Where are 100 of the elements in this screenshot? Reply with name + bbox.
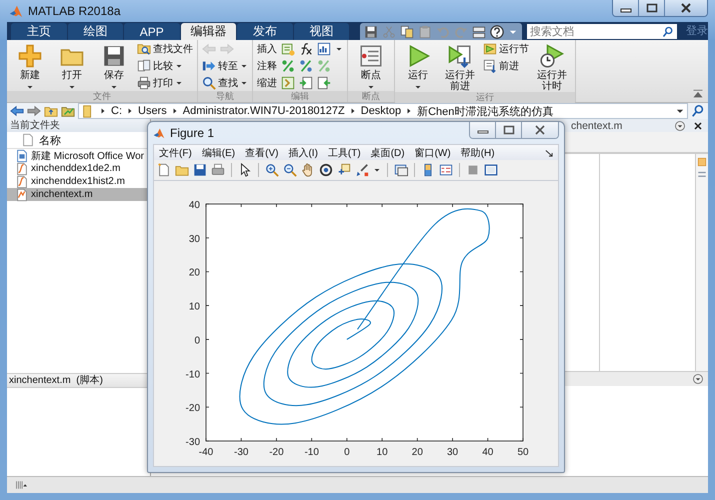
menu-item[interactable]: 编辑(E) [196, 146, 240, 160]
percent-icon[interactable] [299, 59, 313, 73]
menu-item[interactable]: 桌面(D) [366, 146, 410, 160]
ribbon-button[interactable]: 注释 [257, 59, 277, 73]
menu-circle-icon[interactable] [674, 120, 686, 132]
ribbon-tab[interactable]: 主页 [11, 23, 66, 40]
browse-folder-icon[interactable] [61, 104, 75, 118]
group-label: 文件 [93, 91, 111, 101]
ribbon-button[interactable]: 运行 [399, 42, 437, 91]
ribbon-button[interactable]: 查找 [202, 76, 248, 90]
tick-label: -10 [304, 447, 319, 458]
close-icon[interactable] [692, 120, 704, 132]
ribbon-tab[interactable]: 发布 [237, 23, 292, 40]
save-icon [102, 44, 126, 68]
indent-icon[interactable] [317, 76, 331, 90]
menu-item[interactable]: 窗口(W) [410, 146, 456, 160]
maximize-button[interactable] [496, 122, 522, 138]
ribbon-button[interactable]: 前进 [483, 59, 529, 73]
ribbon-button[interactable]: 插入 [257, 42, 277, 56]
ribbon-button[interactable]: 运行并前进 [441, 42, 479, 92]
menu-item[interactable]: 工具(T) [322, 146, 366, 160]
maximize-button[interactable] [639, 0, 665, 16]
maximize-icon [646, 3, 658, 13]
ribbon-tab[interactable]: 编辑器 [180, 23, 236, 40]
ribbon-button[interactable]: 断点 [352, 42, 390, 91]
ribbon-button[interactable]: 转至 [202, 59, 248, 73]
ribbon-tab[interactable]: 绘图 [68, 23, 123, 40]
printer-icon[interactable] [211, 163, 225, 177]
zoom-in-icon[interactable] [265, 163, 279, 177]
brush-icon[interactable] [355, 163, 369, 177]
hand-icon[interactable] [301, 163, 315, 177]
ribbon-tab[interactable]: 视图 [294, 23, 349, 40]
menu-item[interactable]: 插入(I) [283, 146, 323, 160]
menu-item[interactable]: 查看(V) [240, 146, 284, 160]
legend-icon[interactable] [439, 163, 453, 177]
ribbon-button[interactable]: 比较 [137, 59, 193, 73]
minimize-button[interactable] [470, 122, 496, 138]
up-folder-icon[interactable] [44, 104, 58, 118]
ribbon-tab[interactable]: APP [124, 23, 180, 40]
undock-arrow-icon[interactable] [544, 148, 554, 158]
back-arrow-icon[interactable] [10, 104, 24, 118]
chevron-icon[interactable] [348, 107, 357, 115]
ribbon-button[interactable]: 打开 [53, 42, 91, 91]
file-row[interactable]: xinchenddex1de2.m [7, 162, 150, 175]
path-segment[interactable]: Users [138, 105, 167, 117]
chevron-icon[interactable] [170, 107, 179, 115]
caret-icon[interactable] [373, 166, 381, 174]
file-row[interactable]: xinchenddex1hist2.m [7, 175, 150, 188]
file-row[interactable]: xinchentext.m [7, 188, 150, 201]
path-segment[interactable]: Desktop [360, 105, 402, 117]
address-bar[interactable]: C: Users Administrator.WIN7U-20180127Z Desktop 新Chen时滞混沌系统的仿真 [78, 103, 688, 119]
menu-item[interactable]: 帮助(H) [456, 146, 500, 160]
clipboard-icon[interactable] [418, 24, 432, 38]
pointer-icon[interactable] [238, 163, 252, 177]
windows-icon[interactable] [472, 24, 486, 38]
forward-arrow-icon[interactable] [27, 104, 41, 118]
path-segment[interactable]: Administrator.WIN7U-20180127Z [182, 105, 345, 117]
zoom-out-icon[interactable] [283, 163, 297, 177]
ribbon-button[interactable]: 运行节 [483, 42, 529, 56]
panel-title: 当前文件夹 [10, 120, 60, 131]
editor-tab[interactable]: chentext.m [571, 120, 668, 132]
menu-circle-icon[interactable] [692, 373, 704, 385]
indent-icon[interactable] [281, 76, 295, 90]
path-segment[interactable]: 新Chen时滞混沌系统的仿真 [417, 104, 554, 118]
search-field[interactable]: 搜索文档 [527, 24, 677, 39]
data-cursor-icon[interactable] [337, 163, 351, 177]
new-file-icon[interactable] [157, 163, 171, 177]
close-button[interactable] [522, 122, 558, 138]
help-icon[interactable] [490, 24, 504, 38]
ribbon-button[interactable]: 运行并计时 [533, 42, 571, 92]
ribbon-button[interactable]: 缩进 [257, 76, 277, 90]
close-button[interactable] [665, 0, 707, 16]
collapse-icon[interactable] [692, 88, 704, 100]
search-icon[interactable] [662, 26, 674, 38]
chevron-icon[interactable] [99, 107, 107, 115]
function-file-icon [15, 174, 29, 188]
function-icon[interactable] [299, 42, 313, 56]
chevron-icon[interactable] [126, 107, 134, 115]
minimize-button[interactable] [613, 0, 639, 16]
save-icon[interactable] [193, 163, 207, 177]
ribbon-button[interactable]: 保存 [95, 42, 133, 91]
window-icon[interactable] [484, 163, 498, 177]
ribbon-button[interactable]: 查找文件 [137, 42, 193, 56]
path-segment[interactable]: C: [111, 105, 122, 117]
search-icon [202, 76, 216, 90]
save-icon[interactable] [364, 24, 378, 38]
sign-in-link[interactable]: 登录 [686, 23, 708, 38]
menu-item[interactable]: 文件(F) [154, 146, 197, 160]
file-row[interactable]: 新建 Microsoft Office Wor [7, 149, 150, 162]
search-icon[interactable] [691, 104, 705, 118]
ribbon-button[interactable]: 新建 [11, 42, 49, 91]
caret-icon[interactable] [335, 45, 343, 53]
indent-icon[interactable] [299, 76, 313, 90]
linked-plot-icon[interactable] [394, 163, 408, 177]
function-file-icon [15, 162, 29, 176]
chart-icon[interactable] [317, 42, 331, 56]
ribbon-button[interactable]: 打印 [137, 76, 193, 90]
column-header[interactable]: 名称 [39, 132, 61, 148]
group-label: 编辑 [291, 91, 309, 101]
copy-icon[interactable] [400, 24, 414, 38]
